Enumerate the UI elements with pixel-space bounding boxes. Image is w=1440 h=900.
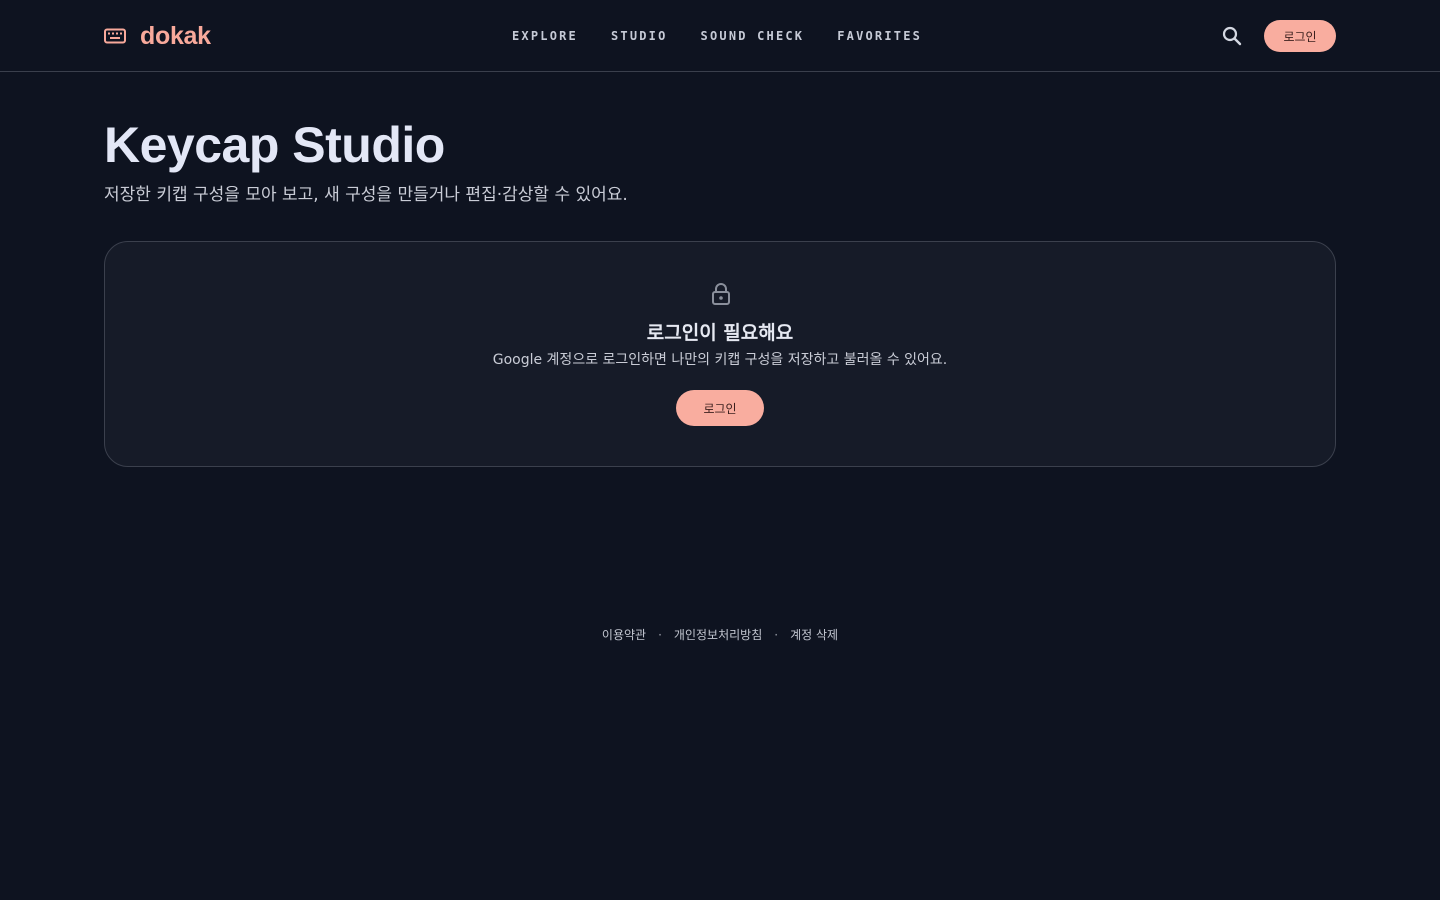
nav-favorites[interactable]: FAVORITES bbox=[837, 29, 922, 43]
top-header: dokak EXPLORE STUDIO SOUND CHECK FAVORIT… bbox=[0, 0, 1440, 72]
nav-sound-check[interactable]: SOUND CHECK bbox=[701, 29, 805, 43]
nav-explore[interactable]: EXPLORE bbox=[512, 29, 578, 43]
card-login-button[interactable]: 로그인 bbox=[676, 390, 764, 426]
login-required-card: 로그인이 필요해요 Google 계정으로 로그인하면 나만의 키캡 구성을 저… bbox=[104, 241, 1336, 467]
footer-delete-account-link[interactable]: 계정 삭제 bbox=[790, 626, 838, 644]
lock-icon bbox=[710, 282, 732, 306]
footer-separator: · bbox=[774, 628, 779, 642]
keyboard-icon bbox=[104, 27, 128, 45]
search-icon bbox=[1222, 26, 1242, 46]
footer-privacy-link[interactable]: 개인정보처리방침 bbox=[674, 626, 762, 644]
login-button[interactable]: 로그인 bbox=[1264, 20, 1336, 52]
footer-terms-link[interactable]: 이용약관 bbox=[602, 626, 646, 644]
logo[interactable]: dokak bbox=[104, 20, 211, 52]
card-description: Google 계정으로 로그인하면 나만의 키캡 구성을 저장하고 불러올 수 … bbox=[492, 352, 948, 368]
page-title: Keycap Studio bbox=[104, 117, 445, 173]
footer-separator: · bbox=[658, 628, 662, 642]
main-nav: EXPLORE STUDIO SOUND CHECK FAVORITES bbox=[512, 26, 922, 46]
footer: 이용약관 · 개인정보처리방침 · 계정 삭제 bbox=[0, 626, 1440, 644]
page-subtitle: 저장한 키캡 구성을 모아 보고, 새 구성을 만들거나 편집·감상할 수 있어… bbox=[104, 185, 628, 205]
card-title: 로그인이 필요해요 bbox=[646, 322, 794, 344]
logo-text: dokak bbox=[140, 21, 211, 50]
nav-studio[interactable]: STUDIO bbox=[611, 29, 668, 43]
search-button[interactable] bbox=[1220, 24, 1244, 48]
